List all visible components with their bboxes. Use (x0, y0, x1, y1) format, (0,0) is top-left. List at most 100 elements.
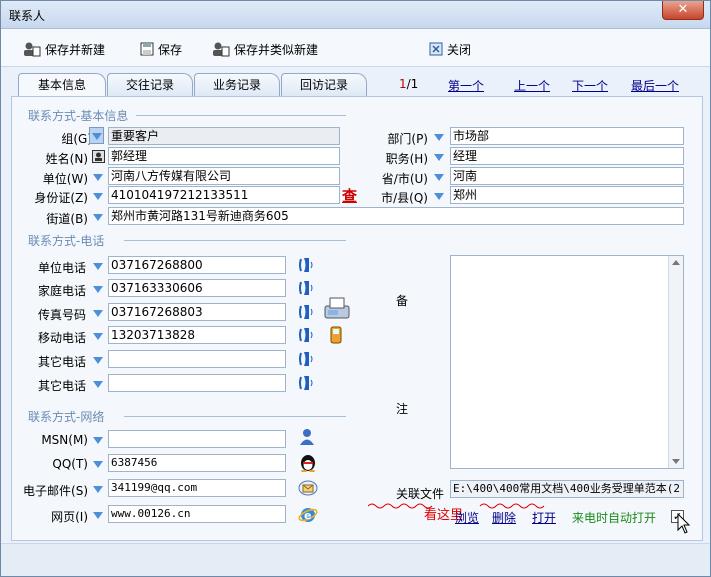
msn-dropdown-icon[interactable] (93, 437, 103, 444)
email-envelope-icon[interactable] (298, 480, 318, 496)
last-link[interactable]: 最后一个 (631, 79, 679, 93)
phone-row-label: 其它电话 (37, 379, 86, 393)
web-dropdown-icon[interactable] (93, 512, 103, 519)
save-similar-label: 保存并类似新建 (234, 42, 319, 57)
msn-buddy-icon[interactable] (299, 428, 315, 446)
id-field[interactable]: 410104197212133511 (108, 186, 340, 204)
group-label: 组(G) (61, 132, 92, 146)
province-field[interactable]: 河南 (450, 167, 684, 185)
network-section-line (124, 416, 346, 417)
street-dropdown-icon[interactable] (93, 214, 103, 221)
province-label: 省/市(U) (381, 172, 428, 186)
tab-interactions[interactable]: 交往记录 (107, 73, 193, 97)
save-new-button[interactable]: 保存并新建 (23, 40, 105, 58)
group-field[interactable]: 重要客户 (108, 127, 340, 145)
msn-label: MSN(M) (41, 433, 88, 447)
phone-dropdown-icon[interactable] (93, 381, 103, 388)
contact-card-icon[interactable] (92, 150, 105, 163)
dial-icon[interactable] (298, 256, 314, 274)
work-phone-field[interactable]: 037167268800 (108, 256, 286, 274)
scroll-up-arrow-icon[interactable] (672, 260, 680, 265)
scroll-down-arrow-icon[interactable] (672, 459, 680, 464)
prev-link[interactable]: 上一个 (514, 79, 550, 93)
first-link[interactable]: 第一个 (448, 79, 484, 93)
dial-icon[interactable] (298, 279, 314, 297)
title-bar: 联系人 ✕ (1, 1, 710, 29)
tab-business[interactable]: 业务记录 (194, 73, 280, 97)
save-new-icon (24, 42, 41, 57)
notes-scrollbar[interactable] (668, 256, 683, 468)
street-field[interactable]: 郑州市黄河路131号新迪商务605 (108, 207, 684, 225)
title-field[interactable]: 经理 (450, 147, 684, 165)
other-phone-field[interactable] (108, 374, 286, 392)
close-button[interactable]: 关闭 (429, 40, 471, 58)
save-button[interactable]: 保存 (140, 40, 182, 58)
city-field[interactable]: 郑州 (450, 186, 684, 204)
msn-field[interactable] (108, 430, 286, 448)
tab-followup[interactable]: 回访记录 (281, 73, 367, 97)
city-dropdown-icon[interactable] (434, 193, 444, 200)
email-field[interactable]: 341199@qq.com (108, 479, 286, 497)
page-indicator: 1/1 (399, 77, 418, 91)
phone-row-label: 单位电话 (37, 261, 86, 275)
qq-penguin-icon[interactable] (299, 452, 317, 472)
tab-strip: 基本信息 交往记录 业务记录 回访记录 1/1 第一个 上一个 下一个 最后一个 (1, 67, 710, 98)
basic-section-title: 联系方式-基本信息 (28, 107, 346, 124)
toolbar: 保存并新建 保存 保存并类似新建 关闭 (1, 29, 710, 67)
phone-dropdown-icon[interactable] (93, 333, 103, 340)
web-label: 网页(I) (51, 510, 88, 524)
id-dropdown-icon[interactable] (93, 193, 103, 200)
title-label: 职务(H) (385, 152, 428, 166)
phone-section-title: 联系方式-电话 (28, 232, 346, 249)
phone-dropdown-icon[interactable] (93, 357, 103, 364)
notes-textarea[interactable] (450, 255, 684, 469)
fax-machine-icon[interactable] (323, 296, 351, 320)
close-icon (429, 42, 443, 56)
phone-dropdown-icon[interactable] (93, 286, 103, 293)
mobile-phone-icon[interactable] (330, 326, 342, 344)
phone-dropdown-icon[interactable] (93, 263, 103, 270)
close-window-button[interactable]: ✕ (662, 1, 704, 20)
dept-field[interactable]: 市场部 (450, 127, 684, 145)
qq-field[interactable]: 6387456 (108, 454, 286, 472)
network-section-title: 联系方式-网络 (28, 408, 346, 425)
street-label: 街道(B) (46, 212, 88, 226)
dial-icon[interactable] (298, 374, 314, 392)
browse-link[interactable]: 浏览 (455, 509, 479, 526)
dial-icon[interactable] (298, 303, 314, 321)
next-link[interactable]: 下一个 (572, 79, 608, 93)
mobile-field[interactable]: 13203713828 (108, 326, 286, 344)
delete-link[interactable]: 删除 (492, 509, 516, 526)
qq-dropdown-icon[interactable] (93, 461, 103, 468)
title-dropdown-icon[interactable] (434, 154, 444, 161)
dial-icon[interactable] (298, 350, 314, 368)
phone-section-line (124, 240, 346, 241)
dept-dropdown-icon[interactable] (434, 134, 444, 141)
tab-basic-info[interactable]: 基本信息 (18, 73, 106, 98)
dial-icon[interactable] (298, 326, 314, 344)
other-phone-field[interactable] (108, 350, 286, 368)
notes-label-bottom: 注 (396, 402, 409, 416)
related-file-field[interactable]: E:\400\400常用文档\400业务受理单范本(2 (450, 480, 684, 498)
phone-section-label: 联系方式-电话 (28, 234, 105, 248)
phone-dropdown-icon[interactable] (93, 310, 103, 317)
email-dropdown-icon[interactable] (93, 486, 103, 493)
group-dropdown-button[interactable] (89, 127, 104, 144)
save-similar-button[interactable]: 保存并类似新建 (212, 40, 318, 58)
fax-field[interactable]: 037167268803 (108, 303, 286, 321)
company-field[interactable]: 河南八方传媒有限公司 (108, 167, 340, 185)
company-dropdown-icon[interactable] (93, 174, 103, 181)
internet-explorer-icon[interactable]: e (298, 505, 318, 525)
contact-window: 联系人 ✕ 保存并新建 保存 保存并类似新建 关闭 基本信息 交往记录 业务记录… (0, 0, 711, 577)
open-link[interactable]: 打开 (532, 509, 556, 526)
web-field[interactable]: www.00126.cn (108, 505, 286, 523)
name-field[interactable]: 郭经理 (108, 147, 340, 165)
network-section-label: 联系方式-网络 (28, 410, 105, 424)
phone-row-label: 其它电话 (37, 355, 86, 369)
home-phone-field[interactable]: 037163330606 (108, 279, 286, 297)
chevron-down-icon (92, 133, 102, 140)
province-dropdown-icon[interactable] (434, 174, 444, 181)
id-lookup-button[interactable]: 查 (342, 185, 357, 206)
id-label: 身份证(Z) (34, 191, 88, 205)
status-bar (1, 543, 710, 576)
